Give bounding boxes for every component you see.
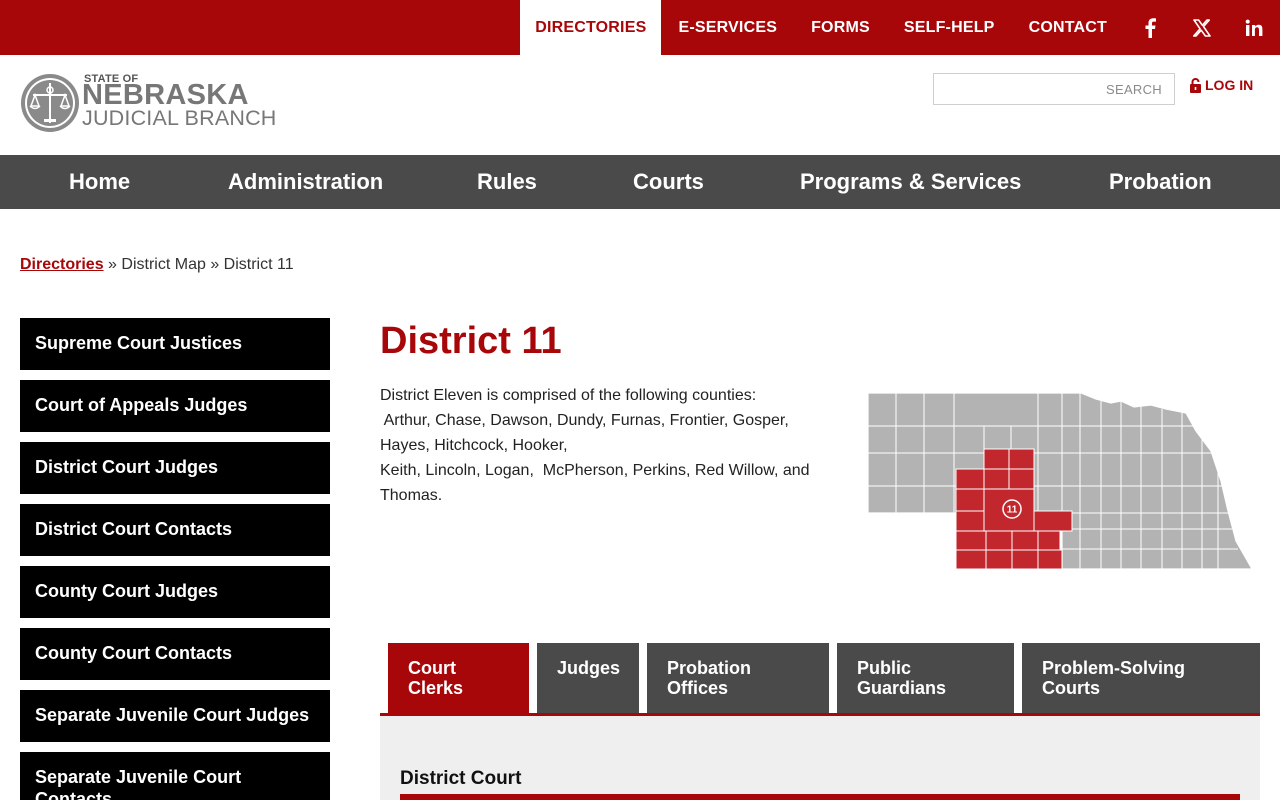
tab-label-line2: Clerks [408,678,464,698]
main-nav-courts[interactable]: Courts [633,155,704,209]
tab-public-guardians[interactable]: Public Guardians [837,643,1014,713]
top-nav-directories[interactable]: DIRECTORIES [520,0,662,55]
breadcrumb-current: District 11 [223,256,294,273]
breadcrumb-directories-link[interactable]: Directories [20,256,104,273]
tab-problem-solving-courts[interactable]: Problem-Solving Courts [1022,643,1260,713]
login-link[interactable]: LOG IN [1189,77,1253,93]
description-line: Thomas. [380,487,443,504]
sidebar-item-county-court-judges[interactable]: County Court Judges [20,566,330,618]
tab-label-line1: Public [857,658,912,678]
tab-label-line1: Probation [667,658,751,678]
sidebar-item-court-of-appeals-judges[interactable]: Court of Appeals Judges [20,380,330,432]
panel-heading: District Court [400,768,522,789]
sidebar-item-supreme-court-justices[interactable]: Supreme Court Justices [20,318,330,370]
breadcrumb-separator: » [108,256,117,273]
sidebar: Supreme Court Justices Court of Appeals … [20,318,330,800]
logo-judicial-branch: JUDICIAL BRANCH [82,106,277,130]
sidebar-item-separate-juvenile-court-contacts[interactable]: Separate Juvenile Court Contacts [20,752,330,800]
panel-heading-bar [400,794,1240,800]
seal-icon [21,74,79,132]
district-map[interactable]: 11 [866,391,1254,573]
x-twitter-icon[interactable] [1176,0,1228,55]
description-line: Keith, Lincoln, Logan, McPherson, Perkin… [380,462,810,479]
top-nav-e-services[interactable]: E-SERVICES [661,0,794,55]
tab-label-line1: Problem-Solving [1042,658,1186,678]
breadcrumb: Directories » District Map » District 11 [20,256,294,274]
tab-panel: District Court [380,716,1260,800]
main-nav-home[interactable]: Home [69,155,130,209]
top-nav-contact[interactable]: CONTACT [1012,0,1124,55]
main-nav-administration[interactable]: Administration [228,155,383,209]
main-nav-programs-services[interactable]: Programs & Services [800,155,1021,209]
top-nav: DIRECTORIES E-SERVICES FORMS SELF-HELP C… [520,0,1280,55]
main-nav: Home Administration Rules Courts Program… [0,155,1280,209]
search-input[interactable] [934,74,1174,104]
breadcrumb-separator: » [210,256,220,273]
site-logo[interactable]: STATE OF NEBRASKA JUDICIAL BRANCH [20,72,280,136]
directory-tabs: Court Clerks Judges Probation Offices Pu… [380,643,1260,716]
login-label: LOG IN [1205,77,1254,93]
sidebar-item-district-court-judges[interactable]: District Court Judges [20,442,330,494]
tab-court-clerks[interactable]: Court Clerks [388,643,529,713]
top-nav-self-help[interactable]: SELF-HELP [887,0,1012,55]
tab-label-line2: Courts [1042,678,1100,698]
main-nav-probation[interactable]: Probation [1109,155,1212,209]
sidebar-item-county-court-contacts[interactable]: County Court Contacts [20,628,330,680]
district-11-marker: 11 [1002,499,1022,519]
search-box [933,73,1175,105]
tab-label-line1: Judges [557,658,621,678]
tab-probation-offices[interactable]: Probation Offices [647,643,829,713]
main-nav-rules[interactable]: Rules [477,155,537,209]
page-title: District 11 [380,320,562,362]
district-number-label: 11 [1007,505,1018,516]
linkedin-icon[interactable] [1228,0,1280,55]
top-utility-bar: DIRECTORIES E-SERVICES FORMS SELF-HELP C… [0,0,1280,55]
facebook-icon[interactable] [1124,0,1176,55]
breadcrumb-district-map: District Map [121,256,206,273]
description-line: Hayes, Hitchcock, Hooker, [380,437,568,454]
sidebar-item-separate-juvenile-court-judges[interactable]: Separate Juvenile Court Judges [20,690,330,742]
tab-label-line1: Court [408,658,456,678]
description-line: District Eleven is comprised of the foll… [380,387,757,404]
top-nav-forms[interactable]: FORMS [794,0,887,55]
description-line: Arthur, Chase, Dawson, Dundy, Furnas, Fr… [380,412,789,429]
district-description: District Eleven is comprised of the foll… [380,383,840,508]
tab-judges[interactable]: Judges [537,643,639,713]
lock-icon [1190,77,1201,93]
sidebar-item-district-court-contacts[interactable]: District Court Contacts [20,504,330,556]
tab-label-line2: Guardians [857,678,947,698]
tab-label-line2: Offices [667,678,729,698]
